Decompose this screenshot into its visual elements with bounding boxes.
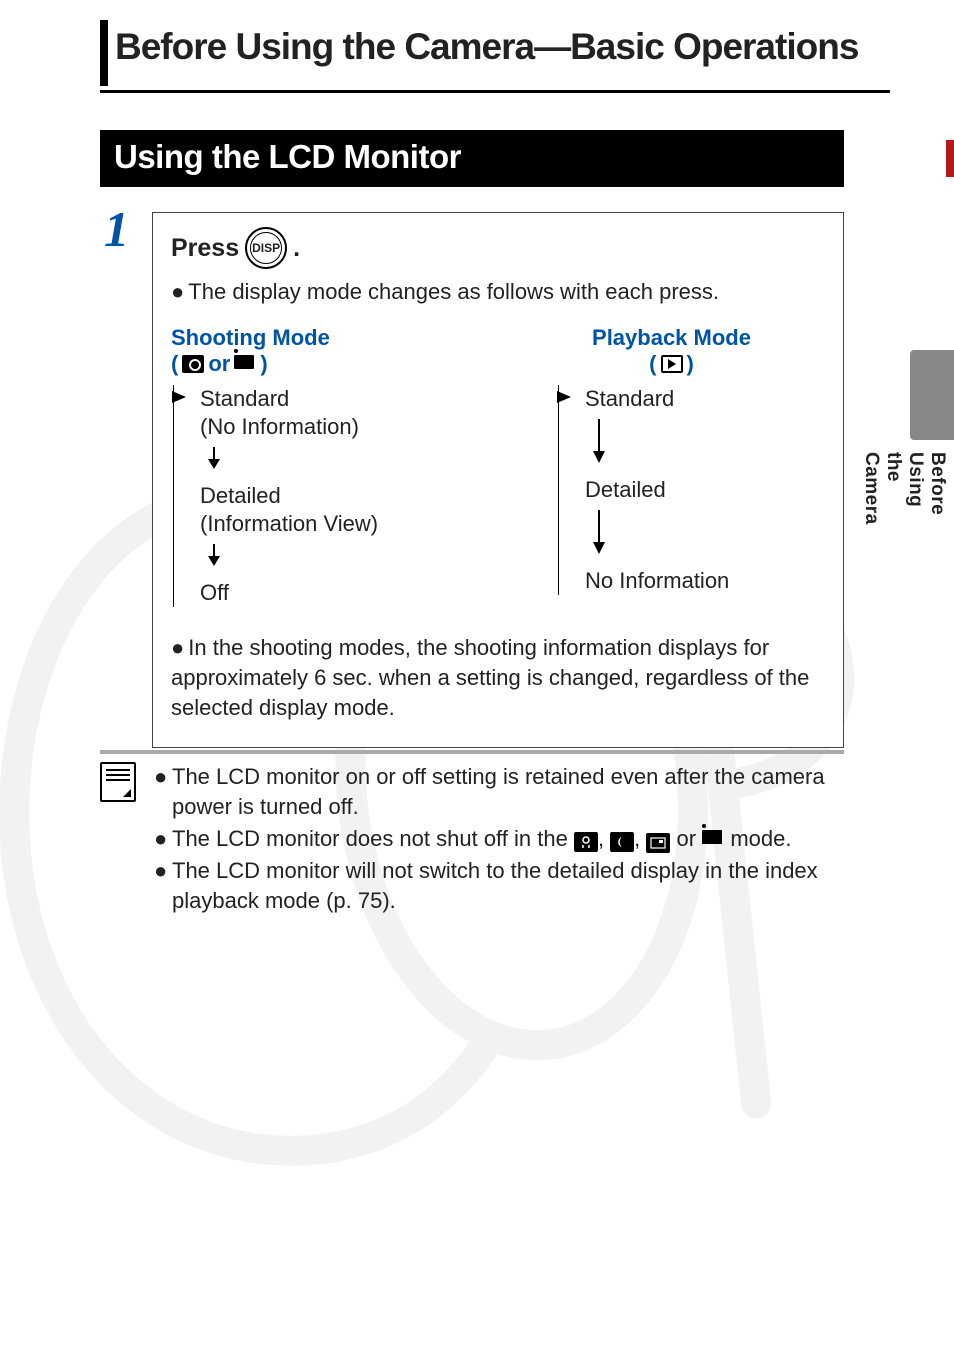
bullet-dot: ● (171, 635, 184, 660)
note-icon (100, 762, 144, 802)
arrow-down-icon (591, 510, 607, 556)
arrow-right-icon (172, 389, 192, 405)
video-icon (234, 355, 256, 373)
side-tab (910, 350, 954, 440)
arrow-right-icon (557, 389, 577, 405)
title-rule (100, 90, 890, 93)
tip-3: ● The LCD monitor will not switch to the… (154, 856, 844, 916)
section-edge-accent (946, 140, 954, 177)
tip-1-text: The LCD monitor on or off setting is ret… (172, 762, 844, 822)
title-accent-bar (100, 20, 108, 86)
press-label: Press (171, 234, 239, 263)
tip-2-text-b: mode. (730, 826, 791, 851)
tip-2: ● The LCD monitor does not shut off in t… (154, 824, 844, 854)
shooting-item-detailed-sub: (Information View) (200, 510, 478, 538)
video-icon (702, 830, 724, 848)
tip-3-text: The LCD monitor will not switch to the d… (172, 856, 844, 916)
shooting-item-detailed: Detailed (200, 482, 478, 510)
bullet2-text: In the shooting modes, the shooting info… (171, 635, 809, 720)
shooting-mode-column: Shooting Mode ( or ) Standard (171, 325, 478, 607)
bullet-shooting-info: ●In the shooting modes, the shooting inf… (171, 633, 825, 723)
tip-2-text-a: The LCD monitor does not shut off in the (172, 826, 574, 851)
playback-mode-column: Playback Mode ( ) Standard (518, 325, 825, 607)
playback-mode-sub: ( ) (518, 351, 825, 377)
step-number: 1 (104, 200, 129, 258)
playback-item-standard: Standard (585, 385, 825, 413)
shooting-mode-sub: ( or ) (171, 351, 478, 377)
page-title: Before Using the Camera—Basic Operations (115, 26, 858, 68)
tip-1: ● The LCD monitor on or off setting is r… (154, 762, 844, 822)
section-heading: Using the LCD Monitor (100, 130, 844, 187)
arrow-down-icon (206, 544, 222, 568)
bullet1-text: The display mode changes as follows with… (188, 279, 719, 305)
postcard-mode-icon (646, 833, 670, 853)
easy-mode-icon (610, 832, 634, 852)
shooting-item-standard-sub: (No Information) (200, 413, 478, 441)
disp-button-icon: DISP (245, 227, 287, 269)
play-icon (661, 355, 683, 373)
tips-box: ● The LCD monitor on or off setting is r… (100, 750, 844, 918)
press-line: Press DISP . (171, 227, 825, 269)
playback-item-detailed: Detailed (585, 476, 825, 504)
arrow-down-icon (591, 419, 607, 465)
bullet-dot: ● (171, 279, 184, 305)
step-card: Press DISP . ● The display mode changes … (152, 212, 844, 748)
playback-item-noinfo: No Information (585, 567, 825, 595)
shooting-mode-title: Shooting Mode (171, 325, 478, 351)
playback-mode-title: Playback Mode (518, 325, 825, 351)
side-label: Before Using the Camera (860, 452, 948, 525)
camera-icon (182, 355, 204, 373)
shooting-item-off: Off (200, 579, 478, 607)
tips-rule (100, 750, 844, 754)
shooting-item-standard: Standard (200, 385, 478, 413)
press-period: . (293, 234, 300, 263)
night-mode-icon (574, 832, 598, 852)
arrow-down-icon (206, 447, 222, 471)
bullet-display-mode: ● The display mode changes as follows wi… (171, 279, 825, 305)
